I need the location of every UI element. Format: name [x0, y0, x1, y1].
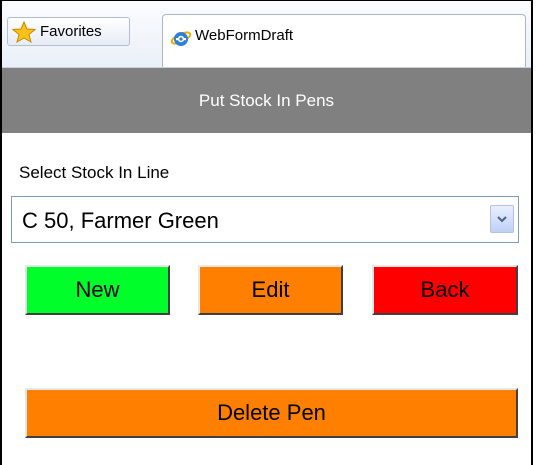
chevron-down-icon — [497, 216, 507, 223]
delete-pen-button[interactable]: Delete Pen — [25, 388, 518, 438]
dropdown-arrow-button[interactable] — [490, 205, 514, 233]
favorites-bar: Favorites WebFormDraft — [2, 1, 531, 68]
page-header: Put Stock In Pens — [2, 68, 531, 133]
favorites-button[interactable]: Favorites — [7, 17, 130, 46]
star-icon — [11, 20, 37, 43]
ie-icon — [170, 27, 192, 49]
favorites-label: Favorites — [40, 23, 102, 40]
back-button[interactable]: Back — [372, 265, 518, 315]
new-button[interactable]: New — [25, 265, 170, 315]
browser-window: Favorites WebFormDraft Put Stock In Pens… — [0, 0, 533, 465]
edit-button[interactable]: Edit — [198, 265, 343, 315]
stock-line-select[interactable]: C 50, Farmer Green — [11, 196, 519, 243]
page-title: Put Stock In Pens — [198, 90, 335, 110]
select-stock-label: Select Stock In Line — [19, 163, 170, 182]
stock-line-selected-value: C 50, Farmer Green — [22, 208, 219, 233]
tab-title: WebFormDraft — [195, 27, 294, 44]
tab-webformdraft[interactable]: WebFormDraft — [162, 14, 526, 67]
